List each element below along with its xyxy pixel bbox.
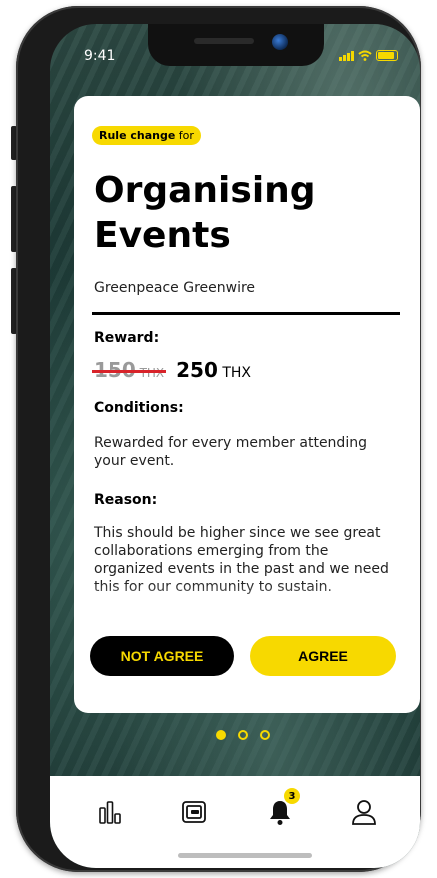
rule-change-card: Rule change for Organising Events Greenp… <box>74 96 420 713</box>
new-reward-value: 250 <box>176 358 218 382</box>
tab-profile[interactable] <box>344 792 384 832</box>
wifi-icon <box>358 50 372 61</box>
new-reward-unit: THX <box>217 365 252 381</box>
page-title: Organising Events <box>94 170 316 256</box>
rule-change-badge: Rule change for <box>92 126 201 145</box>
tab-bar: 3 <box>50 776 420 868</box>
bar-chart-icon <box>99 801 121 824</box>
divider <box>92 312 400 315</box>
status-icons <box>339 50 398 61</box>
speaker-grille <box>194 38 254 44</box>
conditions-heading: Conditions: <box>94 400 184 416</box>
tab-notifications[interactable]: 3 <box>260 788 300 832</box>
status-time: 9:41 <box>84 48 116 64</box>
not-agree-button[interactable]: NOT AGREE <box>90 636 234 676</box>
reason-fade <box>74 582 420 632</box>
reward-heading: Reward: <box>94 330 160 346</box>
notification-count-badge: 3 <box>284 788 300 804</box>
notch <box>148 24 324 66</box>
pager-dot-2[interactable] <box>238 730 248 740</box>
battery-icon <box>376 50 398 61</box>
new-reward: 250 THX <box>176 358 251 382</box>
pager-dot-1[interactable] <box>216 730 226 740</box>
pager-dot-3[interactable] <box>260 730 270 740</box>
agree-button[interactable]: AGREE <box>250 636 396 676</box>
organization-name: Greenpeace Greenwire <box>94 280 256 296</box>
reward-values: 150 THX 250 THX <box>91 358 251 382</box>
wallet-icon <box>182 801 206 823</box>
badge-rest: for <box>175 129 194 142</box>
reason-heading: Reason: <box>94 492 158 508</box>
user-icon <box>352 800 376 825</box>
screen: 9:41 Rule change for Organising Events G… <box>50 24 420 868</box>
signal-icon <box>339 50 354 61</box>
conditions-text: Rewarded for every member attending your… <box>94 435 367 469</box>
tab-stats[interactable] <box>90 792 130 832</box>
phone-frame: 9:41 Rule change for Organising Events G… <box>16 6 421 872</box>
badge-bold: Rule change <box>99 129 176 142</box>
tab-wallet[interactable] <box>174 792 214 832</box>
old-reward-value: 150 <box>94 358 136 382</box>
home-indicator[interactable] <box>178 853 312 858</box>
camera-icon <box>272 34 288 50</box>
old-reward: 150 THX <box>91 358 167 382</box>
old-reward-unit: THX <box>135 366 165 380</box>
pager-dots <box>216 730 270 740</box>
